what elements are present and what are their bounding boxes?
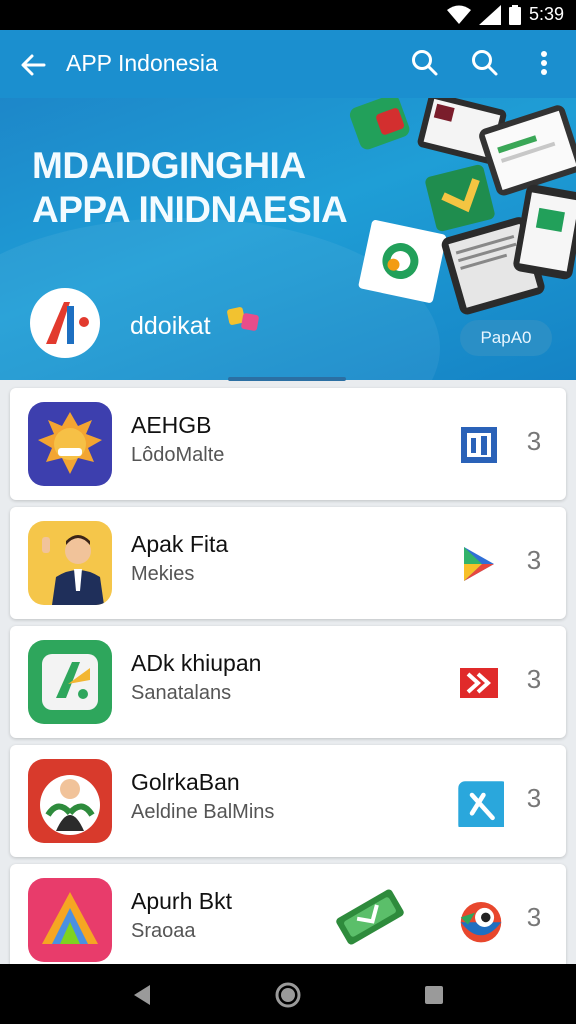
app-name: AEHGB (131, 412, 212, 438)
banner-devices-illustration (349, 98, 576, 315)
list-item[interactable]: Apurh Bkt Sraoaa 3 (10, 864, 566, 976)
more-icon[interactable]: 3 (524, 902, 544, 933)
brand-logo (30, 288, 100, 358)
app-subtitle: Aeldine BalMins (131, 801, 275, 823)
app-icon (28, 759, 112, 843)
banner-headline-line1: MDAIDGINGHIA (32, 145, 306, 186)
list-item[interactable]: GolrkaBan Aeldine BalMins 3 (10, 745, 566, 857)
more-icon[interactable]: 3 (524, 426, 544, 457)
more-icon[interactable]: 3 (524, 545, 544, 576)
back-triangle-icon[interactable] (128, 980, 158, 1010)
wifi-icon (446, 5, 471, 24)
battery-icon (508, 4, 521, 25)
app-icon (28, 878, 112, 962)
system-nav-bar (0, 964, 576, 1024)
app-icon (28, 640, 112, 724)
app-subtitle: LôdoMalte (131, 444, 225, 466)
list-item[interactable]: Apak Fita Mekies 3 (10, 507, 566, 619)
cross-icon[interactable] (456, 779, 504, 827)
recents-square-icon[interactable] (419, 980, 449, 1010)
app-bar: APP Indonesia (0, 30, 576, 98)
more-vert-icon[interactable] (527, 46, 561, 80)
banner-headline: MDAIDGINGHIA APPA INIDNAESIA (32, 144, 392, 232)
more-icon[interactable]: 3 (524, 783, 544, 814)
app-icon (28, 402, 112, 486)
banner-page-indicator (228, 377, 346, 381)
signal-icon (478, 4, 501, 25)
list-item[interactable]: ADk khiupan Sanatalans 3 (10, 626, 566, 738)
app-icon (28, 521, 112, 605)
app-subtitle: Mekies (131, 563, 195, 585)
install-icon[interactable] (458, 424, 500, 466)
list-item[interactable]: AEHGB LôdoMalte 3 (10, 388, 566, 500)
bird-mascot-icon[interactable] (456, 896, 506, 946)
fast-forward-icon[interactable] (458, 662, 500, 704)
more-icon[interactable]: 3 (524, 664, 544, 695)
promo-banner[interactable]: MDAIDGINGHIA APPA INIDNAESIA ddoikat Pap… (0, 98, 576, 380)
banner-brand: ddoikat (130, 312, 211, 340)
app-name: Apurh Bkt (131, 888, 232, 914)
app-name: ADk khiupan (131, 650, 262, 676)
app-name: GolrkaBan (131, 769, 240, 795)
status-bar: 5:39 (0, 0, 576, 30)
home-circle-icon[interactable] (273, 980, 303, 1010)
clock: 5:39 (528, 4, 564, 24)
dice-icon (227, 307, 259, 331)
app-subtitle: Sraoaa (131, 920, 196, 942)
page-title: APP Indonesia (66, 50, 218, 76)
brand-logo-icon (46, 302, 89, 344)
money-illustration (336, 889, 404, 945)
search-icon[interactable] (468, 46, 502, 80)
back-arrow-icon[interactable] (16, 48, 50, 82)
app-subtitle: Sanatalans (131, 682, 232, 704)
play-store-icon[interactable] (458, 543, 500, 585)
banner-headline-line2: APPA INIDNAESIA (32, 189, 348, 230)
search-icon[interactable] (408, 46, 442, 80)
app-name: Apak Fita (131, 531, 229, 557)
